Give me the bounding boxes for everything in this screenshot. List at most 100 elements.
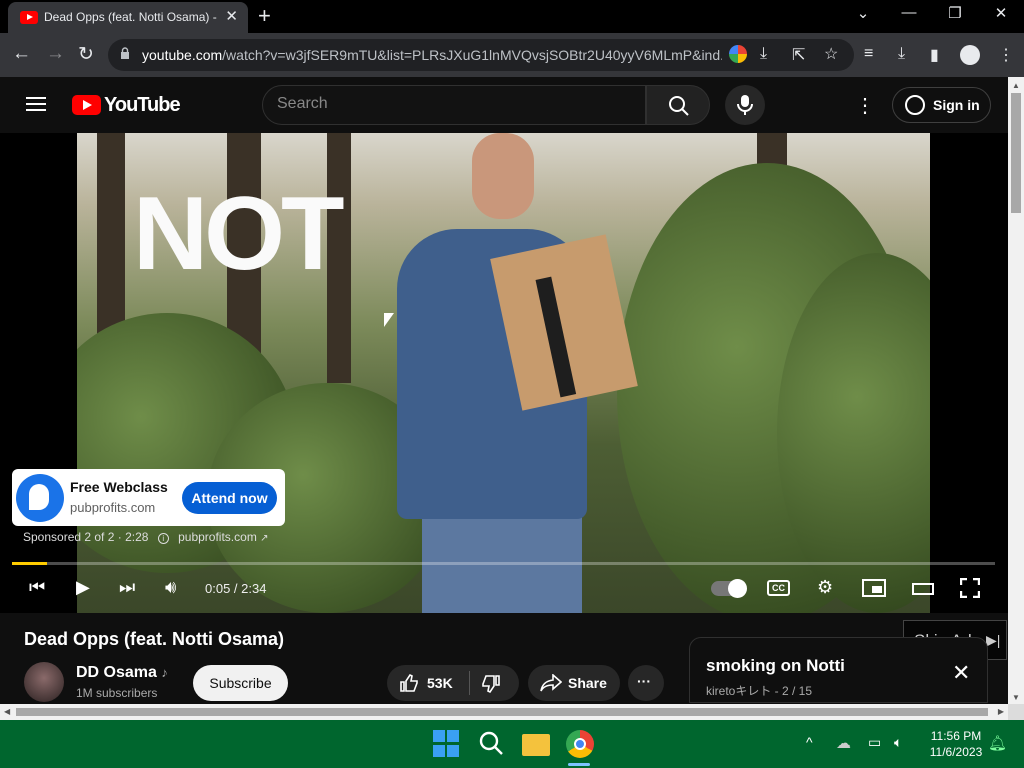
file-explorer-icon[interactable] [522,734,550,756]
side-panel-icon[interactable]: ▮ [930,45,939,65]
tab-close-icon[interactable]: ✕ [225,7,238,25]
video-overlay-text: NOT [133,176,345,292]
google-lens-icon[interactable] [729,45,747,63]
sponsored-text: Sponsored 2 of 2 · 2:28 [23,530,149,544]
back-button[interactable]: ← [12,43,31,65]
onedrive-icon[interactable]: ☁ [836,734,851,752]
horizontal-scrollbar[interactable]: ◀ ▶ [0,704,1008,720]
chrome-menu-icon[interactable]: ⋮ [998,45,1014,65]
sponsored-link[interactable]: pubprofits.com [178,530,257,544]
share-page-icon[interactable]: ⇱ [792,45,805,65]
youtube-play-logo-icon [72,95,101,115]
like-count: 53K [427,675,453,691]
video-title: Dead Opps (feat. Notti Osama) [24,629,285,649]
network-icon[interactable]: ▭ [868,734,881,751]
taskbar-search-icon[interactable] [478,730,506,758]
attend-now-button[interactable]: Attend now [182,482,277,514]
new-tab-button[interactable]: + [258,3,271,29]
channel-name[interactable]: DD Osama ♪ [76,664,168,682]
tab-search-icon[interactable]: ⌄ [840,4,886,22]
share-label: Share [568,675,607,691]
bookmark-star-icon[interactable]: ☆ [824,44,838,64]
restore-button[interactable]: ❐ [932,4,978,22]
scrollbar-corner [1008,704,1024,720]
channel-avatar[interactable] [24,662,64,702]
advertiser-logo-icon [16,474,64,522]
voice-search-button[interactable] [725,85,765,125]
address-bar[interactable]: youtube.com/watch?v=w3jfSER9mTU&list=PLR… [108,39,854,71]
show-hidden-icons-icon[interactable]: ^ [806,734,813,750]
thumbs-up-icon [400,673,418,692]
profile-avatar-icon[interactable] [960,45,980,65]
windows-taskbar: ^ ☁ ▭ 🔈︎ 11:56 PM 11/6/2023 🔔︎ [0,720,1024,768]
fullscreen-icon[interactable] [959,577,981,599]
ad-title: Free Webclass [70,479,168,495]
chrome-taskbar-icon[interactable] [566,730,594,758]
like-button[interactable]: 53K [387,665,469,701]
youtube-logo-text: YouTube [104,94,181,116]
scroll-right-arrow-icon[interactable]: ▶ [998,707,1004,716]
subtitles-button[interactable]: CC [767,580,790,596]
ad-domain: pubprofits.com [70,500,156,515]
forward-button[interactable]: → [46,43,65,65]
vertical-scroll-thumb[interactable] [1011,93,1021,213]
clock-date: 11/6/2023 [929,745,983,759]
scroll-down-arrow-icon[interactable]: ▼ [1012,693,1020,702]
mouse-pointer-icon [384,313,394,327]
progress-bar[interactable] [12,562,995,565]
playlist-panel[interactable]: smoking on Notti kiretoキレト - 2 / 15 ✕ [689,637,988,703]
browser-toolbar: ← → ↻ youtube.com/watch?v=w3jfSER9mTU&li… [0,33,1024,77]
volume-icon[interactable]: 🔊︎ [165,577,176,598]
share-button[interactable]: Share [528,665,620,701]
horizontal-scroll-thumb[interactable] [16,708,988,716]
search-button[interactable] [646,85,710,125]
subscriber-count: 1M subscribers [76,686,158,700]
microphone-icon [737,95,753,115]
system-clock[interactable]: 11:56 PM 11/6/2023 [918,728,994,760]
settings-menu-icon[interactable]: ⋮ [855,93,875,118]
thumbs-down-icon [482,675,500,694]
minimize-button[interactable]: — [886,4,932,21]
reload-button[interactable]: ↻ [78,43,94,66]
close-playlist-icon[interactable]: ✕ [952,660,970,686]
play-button[interactable]: ▶ [76,577,90,598]
progress-fill [12,562,48,565]
tab-title: Dead Opps (feat. Notti Osama) - [44,10,217,24]
sign-in-label: Sign in [933,97,980,113]
close-window-button[interactable]: ✕ [978,4,1024,22]
media-control-icon[interactable]: ≡ [864,45,873,63]
notification-bell-icon[interactable]: 🔔︎ [988,734,1007,752]
settings-gear-icon[interactable]: ⚙ [817,577,833,598]
hamburger-menu-icon[interactable] [26,97,46,111]
dislike-button[interactable] [471,665,519,701]
scroll-left-arrow-icon[interactable]: ◀ [4,707,10,716]
like-dislike-group: 53K [387,665,519,701]
downloads-icon[interactable]: ⤓ [898,45,905,63]
windows-start-icon[interactable] [433,730,461,758]
playlist-title: smoking on Notti [706,656,845,675]
search-input[interactable] [277,95,617,113]
sponsored-info: Sponsored 2 of 2 · 2:28 i pubprofits.com… [23,530,269,544]
url-text: youtube.com/watch?v=w3jfSER9mTU&list=PLR… [142,47,722,63]
scroll-up-arrow-icon[interactable]: ▲ [1012,81,1020,90]
account-circle-icon [905,95,925,115]
more-actions-button[interactable]: ··· [628,665,664,701]
info-icon[interactable]: i [157,533,169,544]
ad-card[interactable]: Free Webclass pubprofits.com Attend now [12,469,285,526]
previous-button[interactable]: ⏮ [29,577,45,598]
person-head [472,133,534,219]
miniplayer-icon[interactable] [862,579,886,597]
theater-mode-icon[interactable] [912,583,934,595]
autoplay-toggle[interactable] [711,579,747,598]
browser-tab[interactable]: Dead Opps (feat. Notti Osama) - ✕ [8,2,248,33]
volume-muted-icon[interactable]: 🔈︎ [894,734,902,751]
more-dots-icon: ··· [637,673,651,689]
sign-in-button[interactable]: Sign in [892,87,991,123]
next-button[interactable]: ⏭ [119,577,135,598]
subscribe-button[interactable]: Subscribe [193,665,288,701]
vertical-scrollbar[interactable]: ▲ ▼ [1008,77,1024,704]
playlist-meta: kiretoキレト - 2 / 15 [706,684,813,698]
time-display: 0:05 / 2:34 [205,581,267,596]
install-app-icon[interactable]: ⤓ [760,45,767,63]
clock-time: 11:56 PM [930,729,982,743]
